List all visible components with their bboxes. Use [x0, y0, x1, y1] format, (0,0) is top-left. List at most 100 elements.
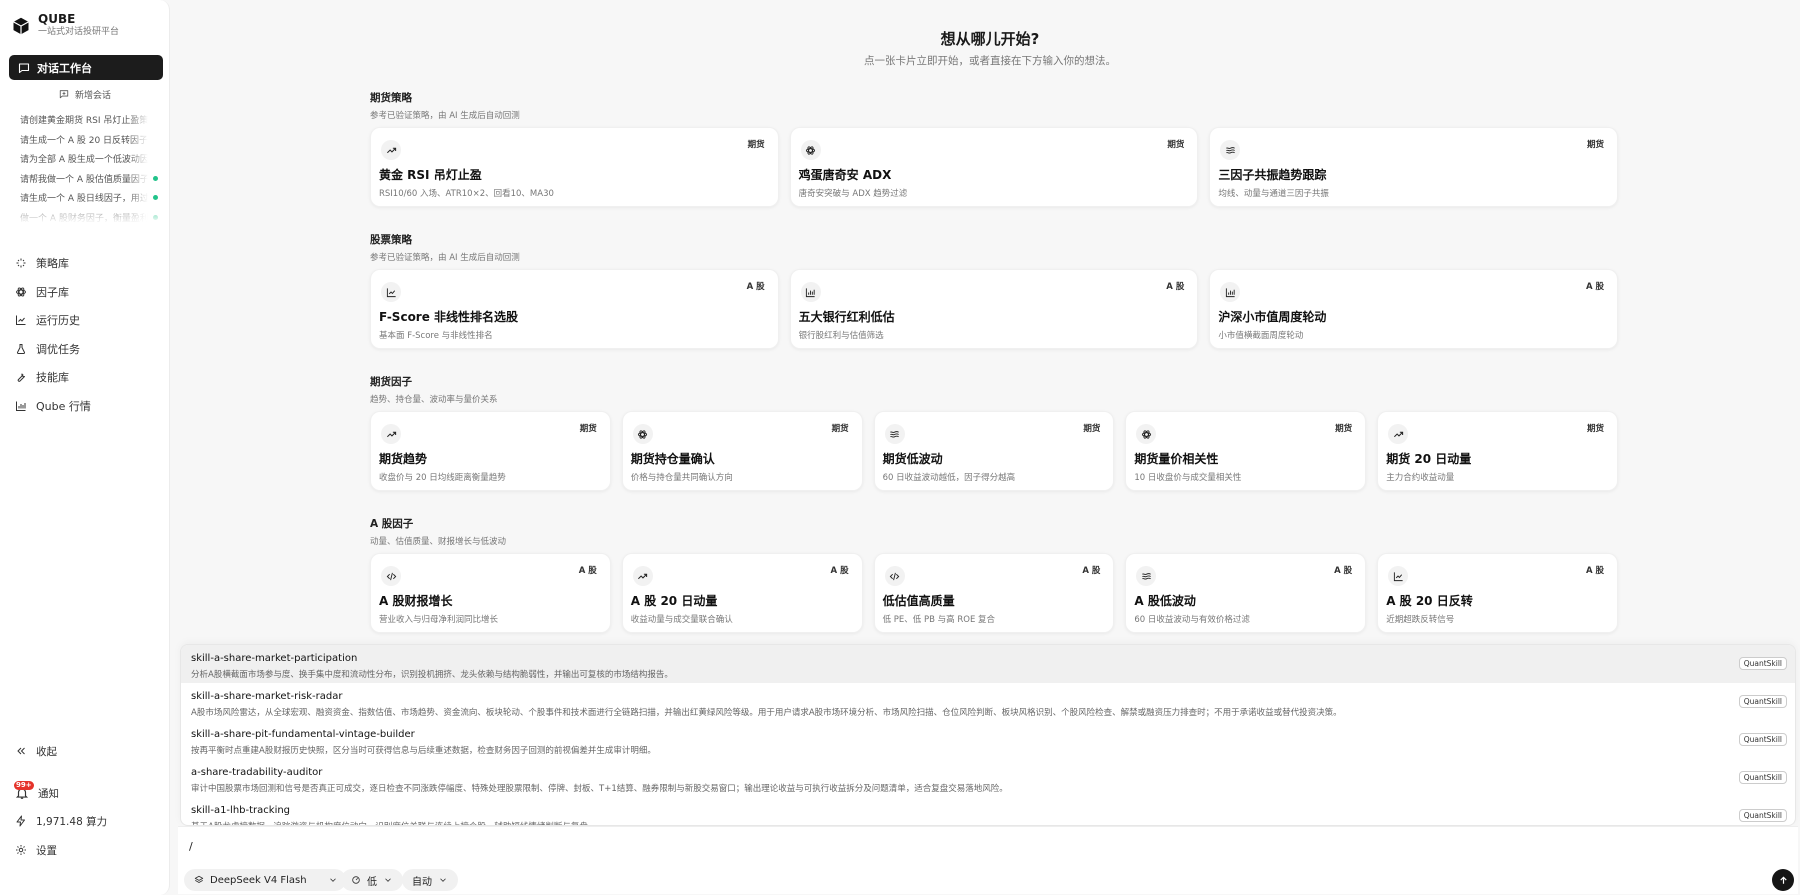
market-tag: A 股	[1585, 566, 1604, 576]
skill-option[interactable]: skill-a-share-pit-fundamental-vintage-bu…	[181, 721, 1795, 759]
card-description: 低 PE、低 PB 与高 ROE 复合	[882, 615, 996, 625]
starter-card[interactable]: 期货 鸡蛋唐奇安 ADX 唐奇安突破与 ADX 趋势过滤	[789, 127, 1199, 207]
history-item-label: 请生成一个 A 股日线因子，用过	[20, 194, 148, 205]
card-title: 低估值高质量	[882, 594, 955, 608]
sidebar-item-6[interactable]: Qube 行情	[15, 392, 160, 421]
code-icon	[884, 566, 905, 586]
chat-history-list: 请创建黄金期货 RSI 吊灯止盈策略请生成一个 A 股 20 日反转因子，用请为…	[20, 110, 158, 224]
section-subtitle: 动量、估值质量、财报增长与低波动	[370, 537, 507, 547]
skill-option[interactable]: skill-a1-lhb-tracking基于A股龙虎榜数据，追踪游资与机构席位…	[181, 797, 1795, 825]
sidebar-item-1[interactable]: 策略库	[15, 249, 160, 278]
model-selector[interactable]: DeepSeek V4 Flash	[184, 869, 346, 891]
skill-option[interactable]: a-share-tradability-auditor 审计中国股票市场回测和信号…	[181, 759, 1795, 797]
card-description: 收益动量与成交量联合确认	[630, 615, 733, 625]
card-title: F-Score 非线性排名选股	[379, 310, 519, 324]
sidebar-nav: 策略库因子库运行历史调优任务 技能库 Qube 行情	[15, 249, 160, 420]
skill-description: 审计中国股票市场回测和信号是否真正可成交，逐日检查不同涨跌停幅度、特殊处理股票限…	[191, 784, 1008, 794]
card-title: 期货持仓量确认	[630, 452, 715, 466]
card-description: 60 日收益波动越低，因子得分越高	[882, 473, 1016, 483]
unread-dot	[153, 195, 158, 201]
bar-chart-icon	[15, 400, 27, 412]
sidebar-item-label: 策略库	[36, 257, 69, 271]
history-item[interactable]: 请帮我做一个 A 股估值质量因子	[20, 169, 158, 189]
starter-card[interactable]: 期货 期货 20 日动量 主力合约收益动量	[1377, 411, 1618, 491]
effort-selector[interactable]: 低	[341, 869, 403, 891]
skill-option[interactable]: skill-a-share-market-participation 分析A股横截…	[181, 645, 1795, 683]
starter-card[interactable]: A 股 A 股低波动 60 日收益波动与有效价格过滤	[1125, 553, 1367, 633]
history-item[interactable]: 请为全部 A 股生成一个低波动因子，	[20, 149, 158, 169]
starter-card[interactable]: A 股五大银行红利低估 银行股红利与估值筛选	[789, 269, 1199, 349]
sidebar-item-3[interactable]: 运行历史	[15, 306, 160, 335]
card-title: 黄金 RSI 吊灯止盈	[379, 168, 482, 182]
sidebar-item-2[interactable]: 因子库	[15, 278, 160, 307]
history-item[interactable]: 请创建黄金期货 RSI 吊灯止盈策略	[20, 110, 158, 130]
market-tag: A 股	[1585, 282, 1605, 292]
section-subtitle: 参考已验证策略，由 AI 生成后自动回测	[370, 111, 520, 121]
effort-label: 低	[367, 876, 377, 888]
send-button[interactable]	[1772, 869, 1794, 891]
history-item[interactable]: 做一个 A 股财务因子，衡量盈利	[20, 208, 158, 225]
starter-card[interactable]: A 股 F-Score 非线性排名选股 基本面 F-Score 与非线性排名	[370, 269, 779, 349]
starter-card[interactable]: A 股 A 股 20 日动量 收益动量与成交量联合确认	[621, 553, 863, 633]
starter-card[interactable]: 期货 期货趋势 收盘价与 20 日均线距离衡量趋势	[370, 411, 611, 491]
starter-card[interactable]: A 股 A 股财报增长 营业收入与归母净利润同比增长	[370, 553, 611, 633]
new-chat-icon	[59, 90, 69, 99]
market-tag: A 股	[1082, 566, 1101, 576]
starter-card[interactable]: A 股低估值高质量低 PE、低 PB 与高 ROE 复合	[873, 553, 1115, 633]
history-item[interactable]: 请生成一个 A 股日线因子，用过	[20, 188, 158, 208]
section-subtitle: 趋势、持仓量、波动率与量价关系	[370, 395, 498, 405]
flask-icon	[15, 343, 27, 355]
skill-badge: QuantSkill	[1738, 771, 1787, 784]
chevron-down-icon	[440, 878, 446, 882]
effort-dial-icon	[352, 876, 360, 884]
new-chat-button[interactable]: 新增会话	[0, 86, 170, 102]
composer-input[interactable]: /	[189, 840, 193, 853]
card-title: A 股财报增长	[379, 594, 453, 608]
market-tag: 期货	[747, 140, 765, 150]
sidebar: QUBE 一站式对话投研平台 对话工作台 新增会话 请创建黄金期货 RSI 吊灯…	[0, 0, 170, 895]
credits-label: 1,971.48 算力	[36, 815, 108, 828]
trend-up-icon	[381, 140, 401, 160]
starter-card[interactable]: A 股沪深小市值周度轮动 小市值横截面周度轮动	[1209, 269, 1619, 349]
mode-selector[interactable]: 自动	[402, 869, 458, 891]
atom-icon	[15, 286, 27, 298]
sidebar-item-5[interactable]: 技能库	[15, 363, 160, 392]
skill-suggestions-dropdown: skill-a-share-market-participation 分析A股横截…	[180, 644, 1796, 826]
notification-button[interactable]: 99+ 通知	[14, 781, 160, 803]
sidebar-item-label: 因子库	[36, 285, 69, 299]
card-title: 沪深小市值周度轮动	[1218, 310, 1327, 324]
settings-button[interactable]: 设置	[15, 840, 160, 860]
section-title: A 股因子	[370, 518, 414, 530]
starter-card[interactable]: A 股 A 股 20 日反转 近期超跌反转信号	[1377, 553, 1618, 633]
skill-name: skill-a-share-market-participation	[191, 653, 358, 664]
history-item-label: 请创建黄金期货 RSI 吊灯止盈策略	[20, 116, 148, 127]
bar-chart-icon	[800, 282, 821, 302]
wave-icon	[1220, 140, 1241, 160]
history-item[interactable]: 请生成一个 A 股 20 日反转因子，用	[20, 130, 158, 150]
wave-icon	[1136, 566, 1157, 586]
collapse-button[interactable]: 收起	[15, 741, 160, 761]
card-title: 三因子共振趋势跟踪	[1218, 168, 1327, 182]
market-tag: 期货	[1083, 424, 1101, 434]
starter-card[interactable]: 期货 期货量价相关性 10 日收盘价与成交量相关性	[1125, 411, 1367, 491]
market-tag: A 股	[578, 566, 597, 576]
sidebar-item-label: 运行历史	[36, 314, 80, 328]
card-grid: 期货 黄金 RSI 吊灯止盈 RSI10/60 入场、ATR10×2、回看10、MA…	[370, 127, 1619, 207]
mode-label: 自动	[412, 876, 432, 888]
starter-card[interactable]: 期货 黄金 RSI 吊灯止盈 RSI10/60 入场、ATR10×2、回看10、MA…	[370, 127, 779, 207]
unread-dot	[153, 214, 158, 220]
credits-item[interactable]: 1,971.48 算力	[15, 811, 160, 831]
skill-option[interactable]: skill-a-share-market-risk-radar A股市场风险雷达，…	[181, 683, 1795, 721]
section-title: 期货因子	[370, 376, 412, 388]
starter-card[interactable]: 期货 期货低波动 60 日收益波动越低，因子得分越高	[873, 411, 1115, 491]
card-description: 收盘价与 20 日均线距离衡量趋势	[379, 473, 506, 483]
market-tag: A 股	[746, 282, 765, 292]
starter-card[interactable]: 期货 三因子共振趋势跟踪 均线、动量与通道三因子共振	[1209, 127, 1619, 207]
skill-name: skill-a1-lhb-tracking	[191, 805, 291, 816]
sidebar-item-4[interactable]: 调优任务	[15, 335, 160, 364]
line-chart-icon	[381, 282, 401, 302]
sparkle-icon	[15, 257, 27, 269]
section-title: 股票策略	[370, 234, 412, 246]
history-item-label: 请为全部 A 股生成一个低波动因子，	[20, 155, 148, 166]
starter-card[interactable]: 期货 期货持仓量确认 价格与持仓量共同确认方向	[621, 411, 863, 491]
